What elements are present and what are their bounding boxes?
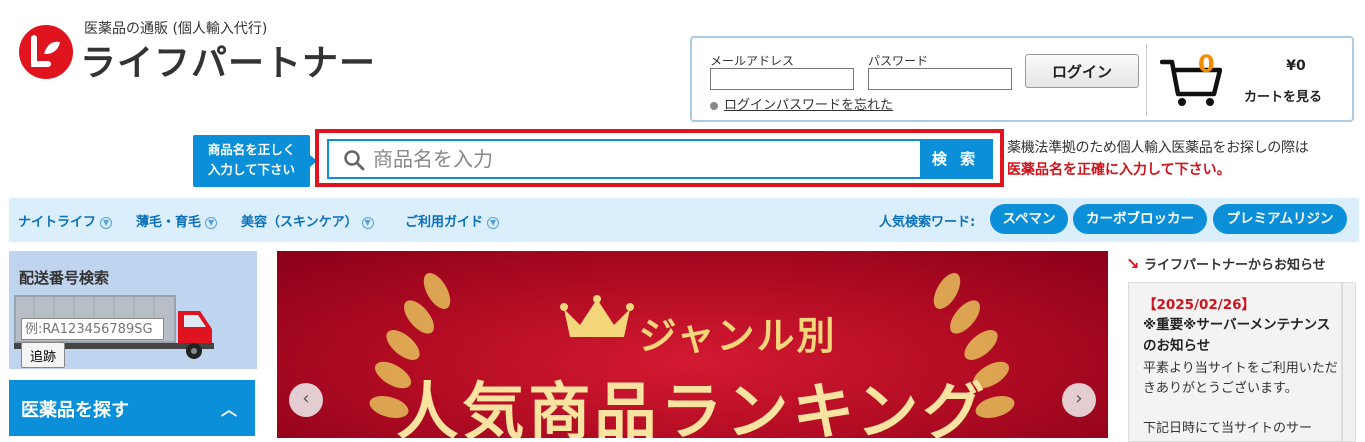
- keyword-chip[interactable]: カーボブロッカー: [1073, 204, 1207, 234]
- forgot-password: ログインパスワードを忘れた: [710, 94, 893, 113]
- arrow-down-right-icon: ↘: [1126, 254, 1140, 273]
- nav-item-guide[interactable]: ご利用ガイド ▼: [405, 211, 500, 230]
- carousel-next-button[interactable]: ›: [1062, 383, 1096, 417]
- search-button[interactable]: 検 索: [920, 141, 991, 177]
- search-bar: 検 索: [327, 139, 993, 179]
- news-section-title: ↘ ライフパートナーからお知らせ: [1126, 254, 1326, 273]
- login-panel: メールアドレス パスワード ログイン ログインパスワードを忘れた 0 ¥0 カー…: [690, 36, 1354, 122]
- cart-count: 0: [1198, 50, 1215, 78]
- ranking-banner[interactable]: ジャンル別 人気商品ランキング ‹ ›: [277, 251, 1108, 438]
- login-button[interactable]: ログイン: [1025, 54, 1139, 88]
- nav-item-hair[interactable]: 薄毛・育毛 ▼: [136, 211, 218, 230]
- cart-label: カートを見る: [1244, 90, 1323, 105]
- search-hint-line2: 入力して下さい: [207, 162, 296, 177]
- nav-item-nightlife[interactable]: ナイトライフ ▼: [18, 211, 113, 230]
- email-label: メールアドレス: [710, 54, 795, 68]
- news-list: 【2025/02/26】 ※重要※サーバーメンテナンスのお知らせ 平素より当サイ…: [1128, 282, 1342, 442]
- banner-subtitle: ジャンル別: [638, 314, 837, 358]
- logo-icon: [19, 25, 73, 79]
- search-note: 薬機法準拠のため個人輸入医薬品をお探しの際は: [1007, 140, 1309, 156]
- find-drugs-label: 医薬品を探す: [21, 400, 129, 421]
- keyword-chip[interactable]: スペマン: [990, 204, 1068, 234]
- news-body-para: 下記日時にて当サイトのサー: [1143, 421, 1313, 436]
- carousel-prev-button[interactable]: ‹: [289, 383, 323, 417]
- category-nav: ナイトライフ ▼ 薄毛・育毛 ▼ 美容（スキンケア） ▼ ご利用ガイド ▼ 人気検索ワー…: [9, 198, 1359, 242]
- tracking-number-input[interactable]: [21, 318, 164, 340]
- nav-label: ナイトライフ: [18, 215, 97, 230]
- nav-label: ご利用ガイド: [405, 215, 484, 230]
- news-headline[interactable]: ※重要※サーバーメンテナンスのお知らせ: [1143, 315, 1333, 357]
- forgot-password-link[interactable]: ログインパスワードを忘れた: [724, 98, 893, 113]
- nav-label: 美容（スキンケア）: [241, 215, 358, 230]
- banner-title: 人気商品ランキング: [396, 375, 989, 438]
- chevron-down-icon: ▼: [100, 217, 113, 229]
- news-title-label: ライフパートナーからお知らせ: [1143, 258, 1326, 273]
- popular-keywords-label: 人気検索ワード:: [879, 215, 976, 230]
- search-warning: 医薬品名を正確に入力して下さい。: [1007, 162, 1231, 178]
- search-input[interactable]: [373, 141, 917, 177]
- news-body: 平素より当サイトをご利用いただきありがとうございます。 下記日時にて当サイトのサ…: [1143, 359, 1339, 439]
- keyword-chip[interactable]: プレミアムリジン: [1213, 204, 1347, 234]
- password-field[interactable]: [868, 68, 1012, 90]
- tracking-title: 配送番号検索: [19, 269, 110, 287]
- news-date: 【2025/02/26】: [1143, 297, 1256, 313]
- news-body-para: 平素より当サイトをご利用いただきありがとうございます。: [1143, 361, 1338, 396]
- tracking-panel: 配送番号検索 追跡: [9, 251, 257, 369]
- search-hint: 商品名を正しく 入力して下さい: [193, 135, 317, 187]
- chevron-down-icon: ▼: [205, 217, 218, 229]
- logo-name[interactable]: ライフパートナー: [80, 34, 376, 86]
- cart-price: ¥0: [1286, 58, 1306, 74]
- chevron-up-icon: ︿: [221, 400, 238, 419]
- password-label: パスワード: [868, 54, 929, 68]
- nav-label: 薄毛・育毛: [136, 215, 202, 230]
- chevron-down-icon: ▼: [487, 217, 500, 229]
- search-hint-line1: 商品名を正しく: [207, 142, 296, 157]
- bullet-icon: [710, 101, 718, 110]
- news-scrollbar[interactable]: [1342, 282, 1356, 442]
- email-field[interactable]: [710, 68, 854, 90]
- find-drugs-header[interactable]: 医薬品を探す ︿: [9, 380, 255, 436]
- cart-button[interactable]: 0 ¥0 カートを見る: [1156, 42, 1352, 118]
- nav-item-skincare[interactable]: 美容（スキンケア） ▼: [241, 211, 374, 230]
- track-button[interactable]: 追跡: [21, 342, 65, 368]
- search-icon: [344, 150, 365, 171]
- chevron-down-icon: ▼: [361, 217, 374, 229]
- divider: [1146, 44, 1147, 116]
